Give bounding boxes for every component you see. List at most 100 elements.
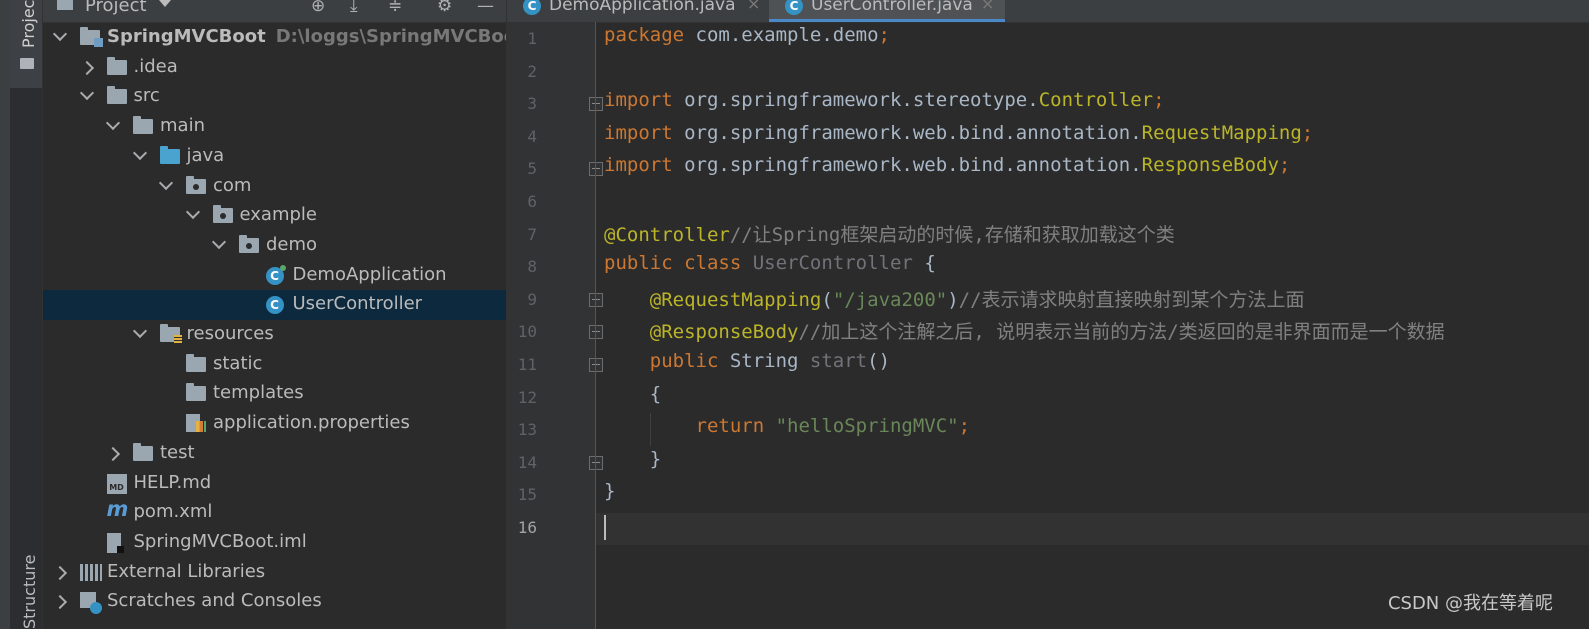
- code-token: ;: [1153, 89, 1165, 112]
- chevron-right-icon[interactable]: [79, 60, 94, 75]
- tree-item-demoapplication[interactable]: C DemoApplication: [43, 261, 506, 291]
- code-token: ;: [878, 24, 890, 46]
- tree-item-external-libraries[interactable]: External Libraries: [43, 558, 506, 588]
- chevron-down-icon[interactable]: [211, 234, 227, 249]
- tree-item-label: com: [213, 174, 252, 196]
- watermark: CSDN @我在等着呢: [1387, 593, 1553, 614]
- chevron-down-icon[interactable]: [132, 323, 147, 339]
- tree-item-springmvcboot-iml[interactable]: SpringMVCBoot.iml: [43, 528, 506, 558]
- fold-marker-icon[interactable]: [589, 162, 603, 177]
- expand-all-icon[interactable]: ⤓: [350, 0, 358, 16]
- code-token: (: [821, 288, 833, 311]
- code-token: @RequestMapping: [649, 288, 822, 311]
- folder-icon: [106, 56, 127, 75]
- chevron-right-icon[interactable]: [105, 446, 121, 461]
- tree-item-label: resources: [186, 323, 274, 344]
- close-icon[interactable]: ×: [747, 0, 760, 13]
- code-token: package: [604, 24, 696, 46]
- project-tool-tab-label[interactable]: Project: [19, 0, 38, 48]
- code-line: import org.springframework.web.bind.anno…: [604, 154, 1290, 176]
- tree-item-help-md[interactable]: MD HELP.md: [43, 469, 506, 499]
- chevron-down-icon[interactable]: [185, 205, 200, 220]
- code-token: import: [604, 154, 685, 177]
- line-number: 15: [517, 485, 537, 505]
- code-token: ;: [1278, 154, 1291, 177]
- editor-area: C DemoApplication.java × C UserControlle…: [506, 0, 1589, 629]
- tree-item-pom-xml[interactable]: m pom.xml: [43, 498, 506, 528]
- chevron-right-icon[interactable]: [52, 595, 68, 610]
- chevron-down-icon[interactable]: [158, 175, 174, 190]
- chevron-down-icon[interactable]: [132, 145, 147, 160]
- code-token: org.springframework.web.bind.annotation.: [684, 154, 1142, 177]
- line-number: 8: [527, 257, 537, 277]
- tree-item-java[interactable]: java: [43, 142, 506, 172]
- code-line: @RequestMapping("/java200")//表示请求映射直接映射到…: [604, 285, 1305, 312]
- fold-marker-icon[interactable]: [589, 292, 603, 307]
- tree-item-label: pom.xml: [133, 501, 213, 523]
- tree-item-example[interactable]: example: [43, 201, 506, 231]
- tree-item-application-properties[interactable]: application.properties: [43, 409, 506, 439]
- class-icon: C: [785, 0, 803, 15]
- tab-demoapplication[interactable]: C DemoApplication.java ×: [507, 0, 769, 22]
- code-token: UserController: [752, 252, 913, 275]
- tree-item-usercontroller[interactable]: C UserController: [43, 290, 506, 321]
- folder-icon: [106, 86, 127, 105]
- project-view-icon: [57, 0, 73, 10]
- tree-item-resources[interactable]: resources: [43, 320, 506, 350]
- scratches-icon: [80, 592, 102, 615]
- folder-icon: [133, 442, 153, 461]
- fold-marker-icon[interactable]: [589, 358, 603, 372]
- tree-item-static[interactable]: static: [43, 350, 506, 380]
- fold-marker-icon[interactable]: [589, 97, 603, 112]
- line-number: 14: [517, 452, 537, 472]
- tab-usercontroller[interactable]: C UserController.java ×: [769, 0, 1005, 22]
- tree-item-demo[interactable]: demo: [43, 231, 506, 261]
- code-token: org.springframework.web.bind.annotation.: [684, 121, 1142, 144]
- tree-item-main[interactable]: main: [43, 112, 506, 142]
- fold-marker-icon[interactable]: [589, 325, 603, 340]
- gear-icon[interactable]: ⚙: [437, 0, 452, 16]
- tree-item--idea[interactable]: .idea: [43, 53, 506, 83]
- tree-item-src[interactable]: src: [43, 82, 506, 112]
- code-line: public String start(): [604, 350, 890, 372]
- chevron-down-icon[interactable]: [79, 86, 94, 101]
- project-panel-title[interactable]: Project: [85, 0, 147, 16]
- tree-item-label: example: [239, 204, 317, 226]
- close-icon[interactable]: ×: [981, 0, 994, 13]
- chevron-right-icon[interactable]: [52, 565, 68, 580]
- structure-tool-tab-label[interactable]: Structure: [20, 555, 39, 629]
- line-number: 12: [517, 387, 537, 407]
- collapse-all-icon[interactable]: ≑: [388, 0, 402, 16]
- class-icon: C: [523, 0, 541, 15]
- tree-item-com[interactable]: com: [43, 172, 506, 202]
- code-line: package com.example.demo;: [604, 24, 890, 46]
- tree-item-label: static: [213, 352, 263, 374]
- chevron-down-icon[interactable]: [105, 116, 121, 131]
- chevron-down-icon[interactable]: [52, 26, 68, 42]
- tree-item-templates[interactable]: templates: [43, 379, 506, 409]
- tab-label: UserController.java: [811, 0, 973, 15]
- folder-icon: [186, 353, 206, 372]
- tree-item-label: .idea: [133, 55, 178, 77]
- fold-marker-icon[interactable]: [589, 455, 603, 470]
- tree-item-test[interactable]: test: [43, 439, 506, 469]
- class-icon: C: [265, 296, 284, 315]
- project-panel: Project ⊕ ⤓ ≑ ⚙ — SpringMVCBoot D:\loggs\…: [43, 0, 525, 629]
- minimize-icon[interactable]: —: [477, 0, 494, 16]
- locate-icon[interactable]: ⊕: [311, 0, 325, 16]
- package-icon: [212, 205, 233, 224]
- code-line: }: [604, 480, 615, 502]
- current-line-highlight: [596, 513, 1589, 545]
- code-token: public: [649, 350, 730, 372]
- project-folder-icon: [80, 27, 103, 47]
- code-token: //表示请求映射直接映射到某个方法上面: [958, 288, 1305, 311]
- tree-item-springmvcboot[interactable]: SpringMVCBoot D:\loggs\SpringMVCBoot: [43, 23, 525, 53]
- tree-item-label: HELP.md: [133, 471, 212, 493]
- tree-item-label: test: [160, 441, 195, 463]
- chevron-down-icon[interactable]: [159, 0, 171, 7]
- source-folder-icon: [159, 145, 180, 164]
- tree-item-scratches-and-consoles[interactable]: Scratches and Consoles: [43, 587, 506, 617]
- line-number-gutter: 1 2 3 4 5 6 7 8 9 10 11 12 13 14 15 16: [507, 22, 603, 629]
- code-line: public class UserController {: [604, 252, 936, 274]
